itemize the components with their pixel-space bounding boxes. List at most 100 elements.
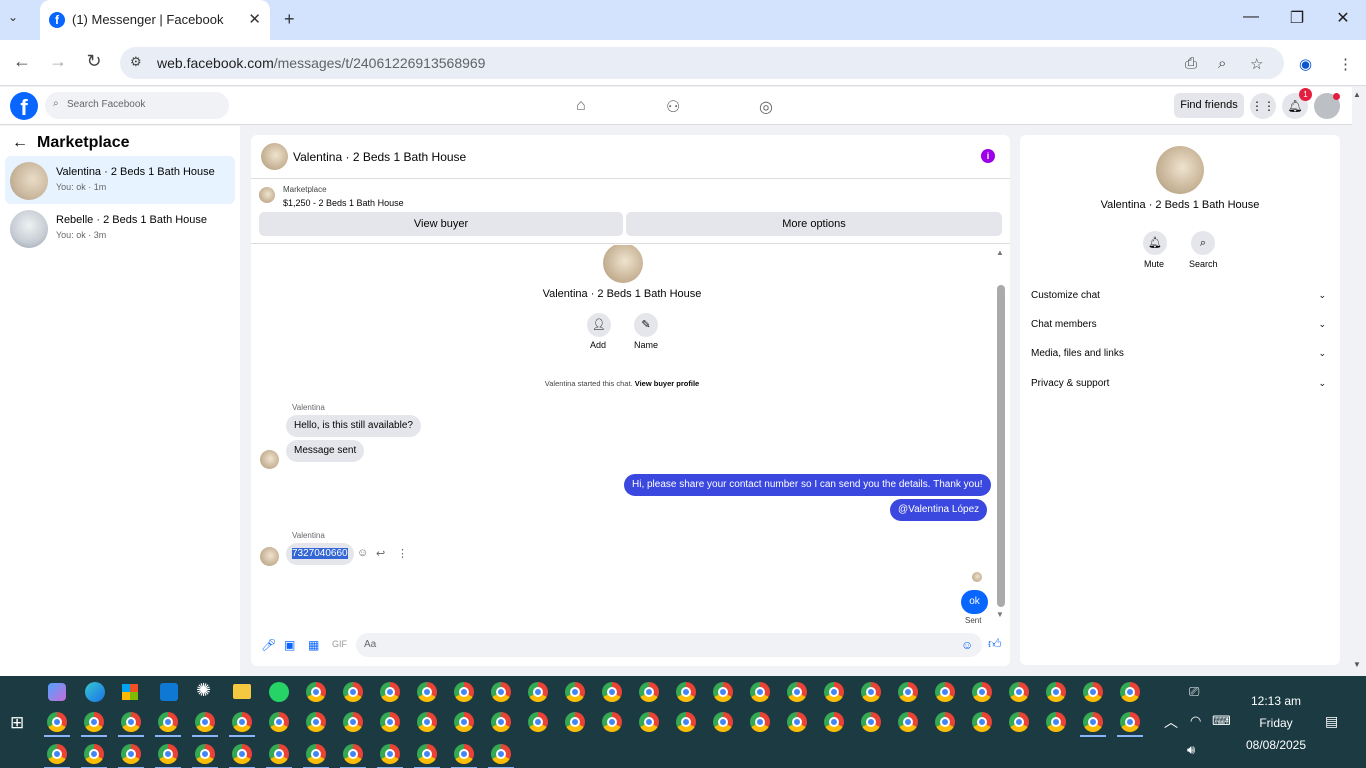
chrome-taskbar-icon[interactable] xyxy=(380,712,400,732)
install-app-icon[interactable]: ⎙ xyxy=(1185,55,1197,72)
chrome-taskbar-icon[interactable] xyxy=(454,712,474,732)
chrome-taskbar-icon[interactable] xyxy=(1083,712,1103,732)
copilot-icon[interactable] xyxy=(48,683,66,701)
chrome-taskbar-icon[interactable] xyxy=(602,682,622,702)
chrome-taskbar-icon[interactable] xyxy=(417,712,437,732)
chrome-taskbar-icon[interactable] xyxy=(898,682,918,702)
chrome-taskbar-icon[interactable] xyxy=(121,712,141,732)
chrome-taskbar-icon[interactable] xyxy=(158,744,178,764)
profile-icon[interactable]: ◉ xyxy=(1299,55,1312,73)
forward-icon[interactable]: → xyxy=(46,51,70,72)
address-bar[interactable]: ⚙ web.facebook.com/messages/t/2406122691… xyxy=(120,47,1284,79)
browser-menu-icon[interactable]: ⋮ xyxy=(1338,55,1353,73)
back-icon[interactable]: ← xyxy=(10,51,34,72)
message-bubble-outgoing[interactable]: ok xyxy=(961,590,988,614)
whatsapp-icon[interactable] xyxy=(269,682,289,702)
chat-title[interactable]: Valentina · 2 Beds 1 Bath House xyxy=(293,150,466,164)
close-window-icon[interactable]: ✕ xyxy=(1328,8,1358,28)
emoji-icon[interactable]: ☺ xyxy=(961,638,973,652)
page-scroll-up-icon[interactable]: ▲ xyxy=(1353,90,1361,99)
message-input[interactable]: Aa xyxy=(356,633,982,657)
chrome-taskbar-icon[interactable] xyxy=(343,744,363,764)
chrome-taskbar-icon[interactable] xyxy=(750,712,770,732)
chrome-taskbar-icon[interactable] xyxy=(898,712,918,732)
restore-icon[interactable]: ❐ xyxy=(1282,8,1312,28)
more-options-button[interactable]: More options xyxy=(626,212,1002,236)
chrome-taskbar-icon[interactable] xyxy=(972,712,992,732)
chrome-taskbar-icon[interactable] xyxy=(676,712,696,732)
info-avatar[interactable] xyxy=(1156,146,1204,194)
facebook-search-input[interactable]: ⌕ Search Facebook xyxy=(45,92,229,119)
microphone-icon[interactable]: 🎤︎ xyxy=(261,638,276,652)
show-hidden-icons-chevron-icon[interactable]: ︿ xyxy=(1164,712,1178,732)
chrome-taskbar-icon[interactable] xyxy=(972,682,992,702)
chrome-taskbar-icon[interactable] xyxy=(1046,712,1066,732)
file-explorer-icon[interactable] xyxy=(233,684,251,699)
chrome-taskbar-icon[interactable] xyxy=(195,712,215,732)
chrome-taskbar-icon[interactable] xyxy=(417,682,437,702)
chrome-taskbar-icon[interactable] xyxy=(306,744,326,764)
browser-tab[interactable]: f (1) Messenger | Facebook ✕ xyxy=(40,0,270,40)
site-info-icon[interactable]: ⚙ xyxy=(130,54,142,70)
scrollbar-thumb[interactable] xyxy=(997,285,1005,607)
chrome-taskbar-icon[interactable] xyxy=(565,682,585,702)
chrome-taskbar-icon[interactable] xyxy=(306,682,326,702)
chrome-taskbar-icon[interactable] xyxy=(787,682,807,702)
bookmark-star-icon[interactable]: ☆ xyxy=(1250,55,1263,73)
chrome-taskbar-icon[interactable] xyxy=(269,712,289,732)
menu-grid-icon[interactable]: ⋮⋮ xyxy=(1250,93,1276,119)
gif-icon[interactable]: GIF xyxy=(332,639,347,649)
chrome-taskbar-icon[interactable] xyxy=(713,682,733,702)
selected-phone-number[interactable]: 7327040660 xyxy=(292,548,348,559)
chrome-taskbar-icon[interactable] xyxy=(713,712,733,732)
chrome-taskbar-icon[interactable] xyxy=(491,682,511,702)
outlook-icon[interactable] xyxy=(160,683,178,701)
info-icon[interactable]: i xyxy=(981,149,995,163)
chrome-taskbar-icon[interactable] xyxy=(491,712,511,732)
react-icon[interactable]: ☺ xyxy=(357,547,368,559)
chrome-taskbar-icon[interactable] xyxy=(343,682,363,702)
chrome-taskbar-icon[interactable] xyxy=(232,712,252,732)
chat-members-section[interactable]: Chat members ⌄ xyxy=(1031,319,1326,330)
message-bubble-outgoing[interactable]: Hi, please share your contact number so … xyxy=(624,474,991,496)
reload-icon[interactable]: ↻ xyxy=(82,51,106,72)
photo-icon[interactable]: ▣ xyxy=(284,638,295,652)
chrome-taskbar-icon[interactable] xyxy=(454,744,474,764)
chrome-taskbar-icon[interactable] xyxy=(861,682,881,702)
media-files-section[interactable]: Media, files and links ⌄ xyxy=(1031,348,1326,359)
listing-price[interactable]: $1,250 - 2 Beds 1 Bath House xyxy=(283,198,404,208)
page-scroll-down-icon[interactable]: ▼ xyxy=(1353,660,1361,669)
chrome-taskbar-icon[interactable] xyxy=(269,744,289,764)
chrome-taskbar-icon[interactable] xyxy=(602,712,622,732)
scroll-up-icon[interactable]: ▲ xyxy=(996,248,1004,257)
minimize-icon[interactable]: — xyxy=(1236,8,1266,26)
chrome-taskbar-icon[interactable] xyxy=(528,682,548,702)
chrome-taskbar-icon[interactable] xyxy=(84,712,104,732)
chrome-taskbar-icon[interactable] xyxy=(417,744,437,764)
chrome-taskbar-icon[interactable] xyxy=(491,744,511,764)
chrome-taskbar-icon[interactable] xyxy=(565,712,585,732)
chrome-taskbar-icon[interactable] xyxy=(1009,712,1029,732)
find-friends-button[interactable]: Find friends xyxy=(1174,93,1244,118)
chatgpt-icon[interactable]: ✺ xyxy=(196,680,211,701)
facebook-logo-icon[interactable]: f xyxy=(10,92,38,120)
view-buyer-button[interactable]: View buyer xyxy=(259,212,623,236)
system-clock[interactable]: 12:13 am Friday 08/08/2025 xyxy=(1236,690,1316,756)
more-actions-icon[interactable]: ⋮ xyxy=(397,547,408,560)
chrome-taskbar-icon[interactable] xyxy=(1083,682,1103,702)
chrome-taskbar-icon[interactable] xyxy=(47,712,67,732)
conversation-item[interactable]: Rebelle · 2 Beds 1 Bath House You: ok · … xyxy=(5,204,235,252)
privacy-support-section[interactable]: Privacy & support ⌄ xyxy=(1031,378,1326,389)
chrome-taskbar-icon[interactable] xyxy=(454,682,474,702)
chrome-taskbar-icon[interactable] xyxy=(639,682,659,702)
chrome-taskbar-icon[interactable] xyxy=(824,712,844,732)
meet-now-icon[interactable]: ⎚ xyxy=(1189,684,1199,700)
chrome-taskbar-icon[interactable] xyxy=(195,744,215,764)
chrome-taskbar-icon[interactable] xyxy=(158,712,178,732)
add-person-icon[interactable]: 👤︎ xyxy=(587,313,611,337)
chrome-taskbar-icon[interactable] xyxy=(380,682,400,702)
chrome-taskbar-icon[interactable] xyxy=(935,682,955,702)
reply-icon[interactable]: ↩ xyxy=(376,547,385,560)
store-icon[interactable] xyxy=(122,684,138,700)
chrome-taskbar-icon[interactable] xyxy=(528,712,548,732)
